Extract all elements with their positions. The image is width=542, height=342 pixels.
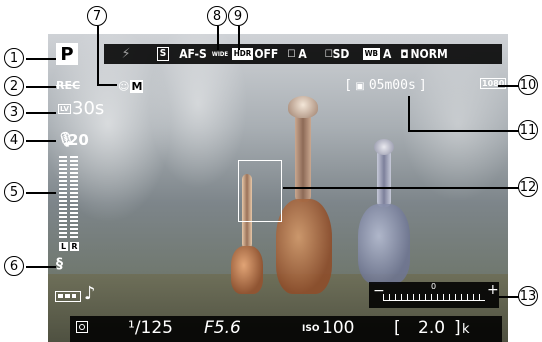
bracket-right: ] (419, 78, 425, 93)
audio-right-channel (70, 156, 78, 240)
leader-11-h (408, 130, 520, 132)
bottle-left-body (231, 246, 263, 294)
af-mode: AF-S (179, 47, 207, 61)
focus-point-frame (238, 160, 282, 222)
callout-2: 2 (4, 76, 24, 96)
bottom-info-bar: ¹/125 F5.6 ISO 100 [ 2.0 ] k (70, 316, 502, 342)
shots-bracket-right: ] (454, 318, 461, 338)
leader-8 (217, 26, 219, 50)
wb-icon: WB (362, 48, 381, 60)
iso-label: ISO (302, 324, 320, 334)
picture-control-box: S (156, 47, 170, 61)
exposure-scale (383, 294, 485, 301)
callout-10: 10 (518, 75, 538, 95)
leader-3 (26, 112, 56, 114)
leader-10 (498, 85, 520, 87)
leader-5 (26, 192, 56, 194)
callout-7: 7 (87, 6, 107, 26)
music-note-icon: ♪ (84, 283, 96, 304)
callout-8: 8 (207, 6, 227, 26)
leader-9 (238, 26, 240, 50)
callout-3: 3 (4, 102, 24, 122)
remaining-time-value: 05m00s (368, 78, 416, 93)
shots-unit: k (462, 322, 470, 337)
leader-6 (26, 266, 56, 268)
hdr-icon: HDR (231, 48, 254, 60)
leader-7-v (97, 26, 99, 84)
audio-level-meter: L R (59, 156, 81, 251)
audio-left-channel (59, 156, 67, 240)
callout-12: 12 (518, 177, 538, 197)
left-channel-label: L (59, 242, 68, 251)
movie-frame-size: 1080 (480, 78, 507, 89)
bottle-right-body (358, 204, 410, 284)
af-area-wide: WIDE (211, 50, 229, 58)
callout-5: 5 (4, 182, 24, 202)
movie-size-value: 1080 (480, 78, 507, 89)
callout-4: 4 (4, 130, 24, 150)
picture-control-icon: ☐ (324, 48, 333, 60)
leader-11-v (408, 96, 410, 130)
leader-2 (26, 86, 56, 88)
af-area-mode-icon: ☺ M (118, 80, 144, 93)
wind-noise-icon: § (56, 256, 63, 272)
image-quality: ◘ NORM (396, 45, 452, 63)
leader-13 (499, 296, 520, 298)
af-area-mode-value: M (130, 80, 144, 93)
aperture: F5.6 (204, 318, 241, 338)
white-balance: WB A (358, 45, 396, 63)
callout-11: 11 (518, 120, 538, 140)
no-rec-icon: REC (56, 79, 81, 92)
callout-6: 6 (4, 256, 24, 276)
lv-icon: LV (58, 104, 71, 114)
active-d-lighting: ☐ A (278, 45, 316, 63)
face-priority-icon: ☺ (118, 80, 130, 93)
picture-control: ☐ SD (316, 45, 358, 63)
shots-remaining: 2.0 (418, 318, 446, 338)
exposure-indicator: − 0 + (369, 282, 499, 308)
leader-12 (283, 187, 520, 189)
shutter-time: 30s (72, 98, 105, 119)
bottle-tall-cap (288, 96, 318, 118)
flash-off-icon: ⚡ (121, 46, 131, 62)
image-area-icon: ◘ (400, 47, 409, 61)
bottle-tall-body (276, 199, 332, 294)
shots-bracket-left: [ (394, 318, 401, 338)
hdr-value: OFF (254, 47, 279, 61)
bottle-right-cap (374, 139, 394, 155)
remaining-time: [ ▣ 05m00s ] (346, 78, 425, 93)
wb-value: A (383, 47, 392, 61)
callout-1: 1 (4, 48, 24, 68)
shooting-mode: P (56, 43, 78, 65)
leader-7-h (97, 84, 117, 86)
movie-icon: ▣ (355, 81, 365, 92)
leader-1 (26, 58, 56, 60)
mic-sensitivity: 20 (68, 131, 89, 149)
top-info-bar: ⚡ S AF-S WIDE HDR OFF ☐ A ☐ SD WB A ◘ NO… (104, 44, 502, 64)
callout-9: 9 (228, 6, 248, 26)
right-channel-label: R (70, 242, 79, 251)
leader-4 (26, 140, 56, 142)
picture-control-value: SD (332, 47, 350, 61)
battery-icon (55, 291, 81, 302)
exposure-zero: 0 (431, 282, 437, 291)
metering-icon (76, 321, 88, 333)
quality-value: NORM (410, 47, 448, 61)
bottle-right-neck (377, 149, 391, 207)
iso-value: 100 (322, 318, 355, 338)
adl-value: A (298, 47, 307, 61)
bracket-left: [ (346, 78, 352, 93)
exposure-plus: + (487, 282, 499, 298)
shutter-speed: ¹/125 (128, 318, 173, 338)
picture-control-box-cell: S (148, 45, 178, 63)
callout-13: 13 (518, 286, 538, 306)
adl-icon: ☐ (287, 48, 296, 60)
